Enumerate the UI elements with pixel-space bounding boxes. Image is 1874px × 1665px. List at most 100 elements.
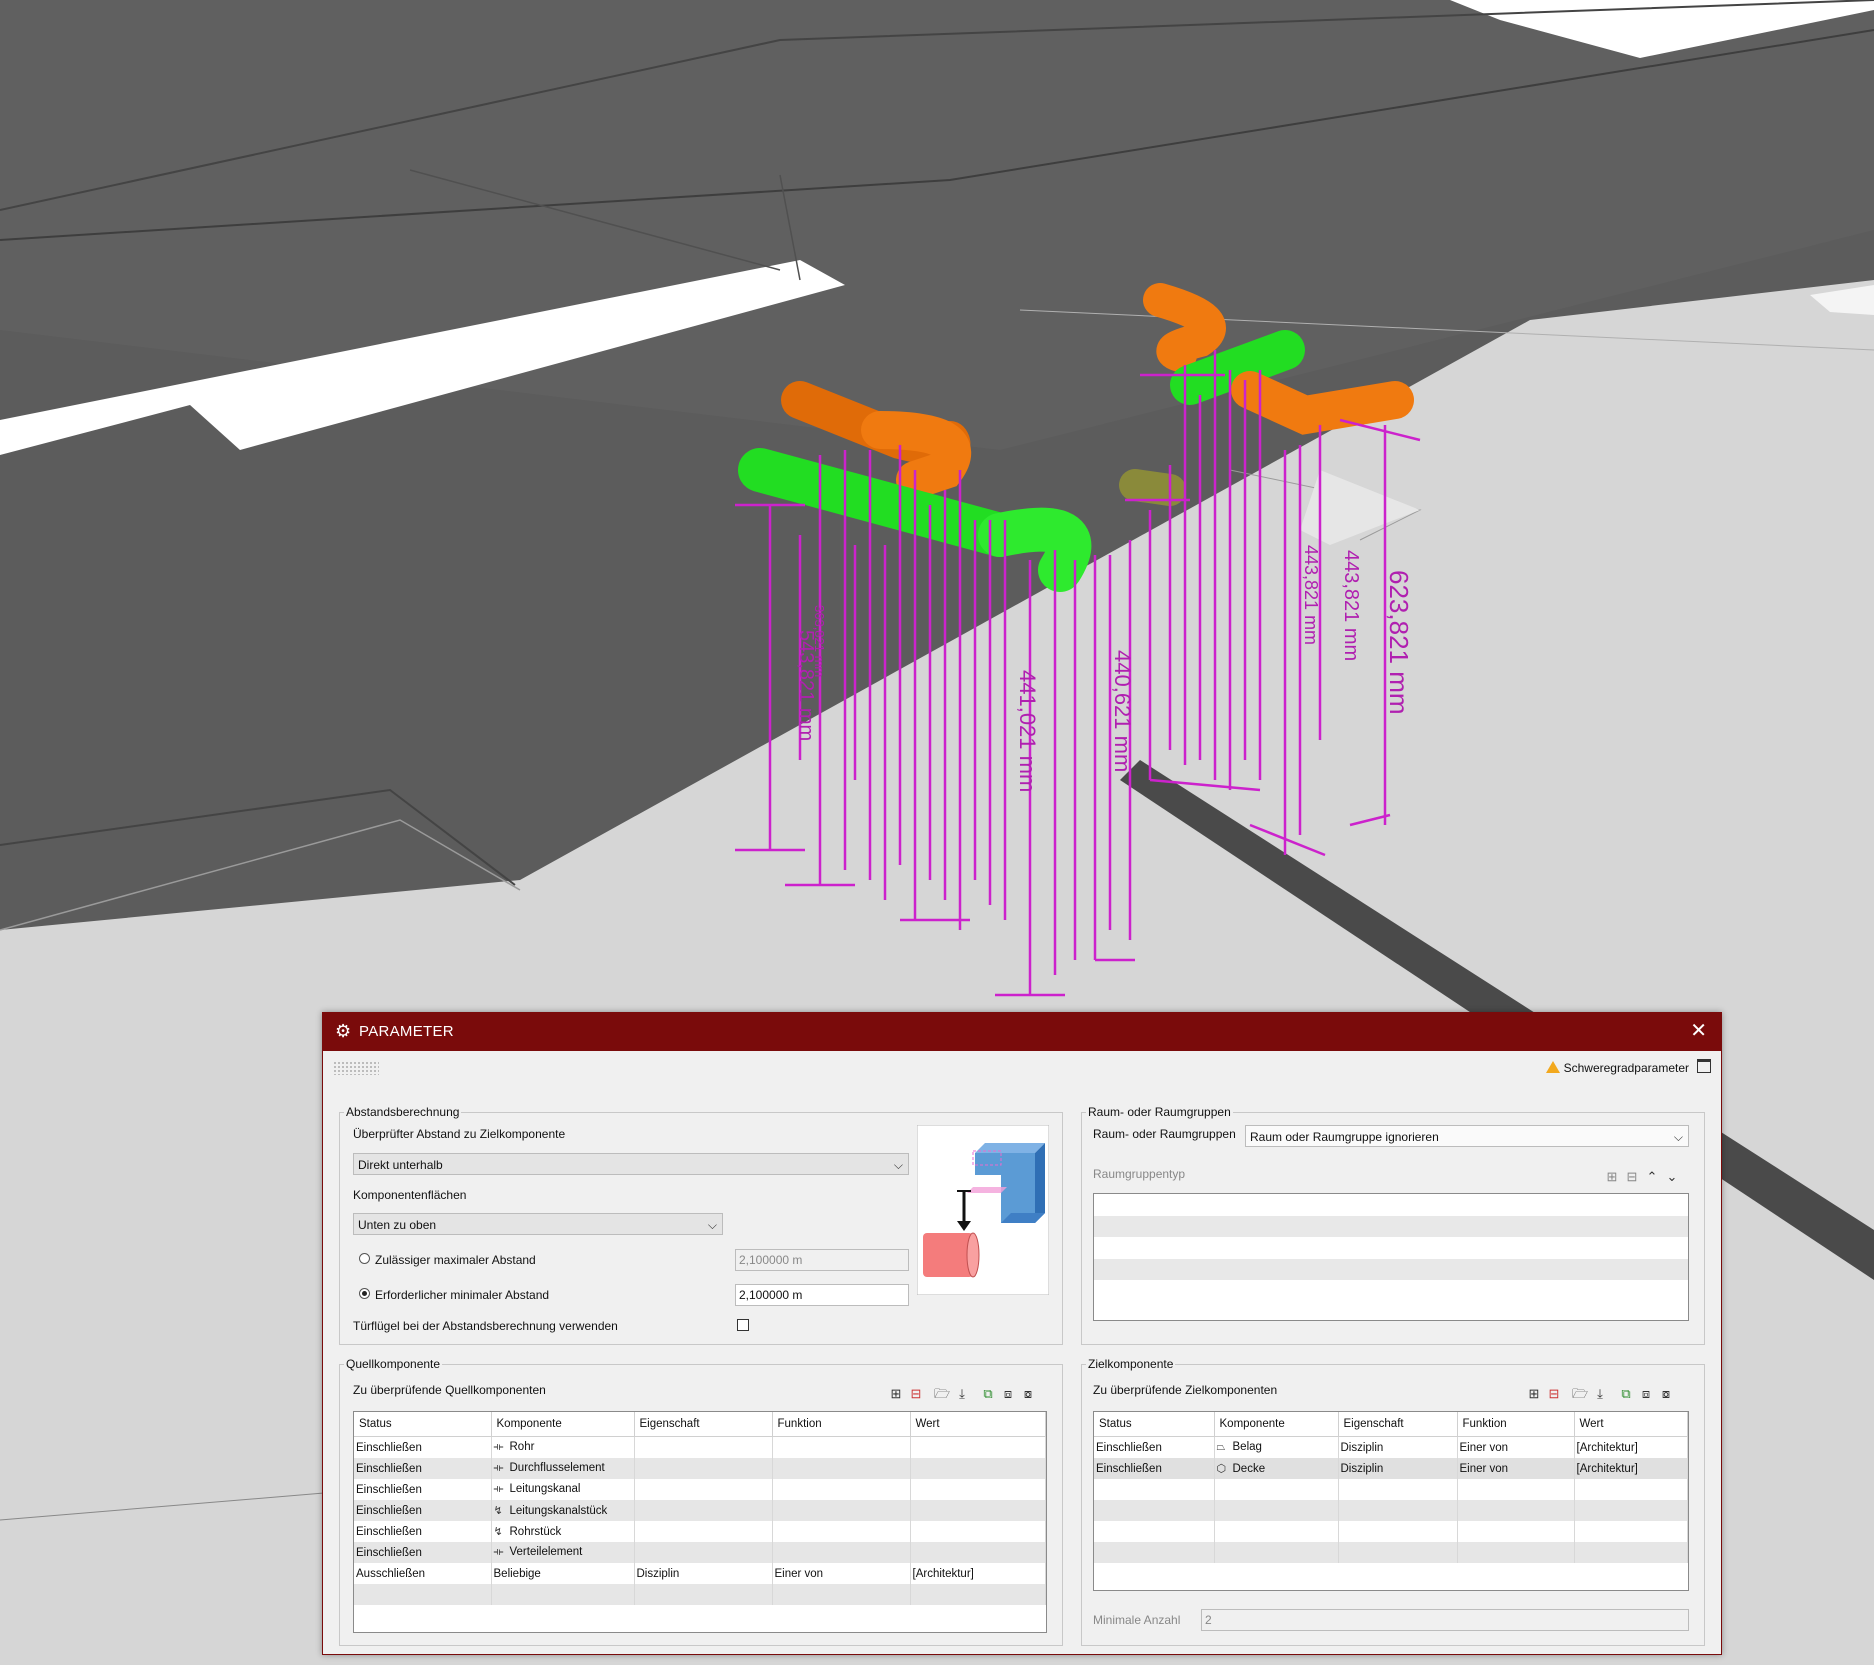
value-cell[interactable]: [Architektur] — [910, 1563, 1046, 1584]
function-cell[interactable] — [772, 1458, 911, 1479]
property-cell[interactable] — [634, 1479, 773, 1500]
table-row[interactable]: Einschließen ⟛ Durchflusselement — [354, 1458, 1046, 1479]
function-cell[interactable] — [772, 1542, 911, 1563]
room-group-type-list[interactable] — [1093, 1193, 1689, 1321]
status-cell[interactable]: Einschließen — [354, 1500, 492, 1521]
status-cell[interactable]: Ausschließen — [354, 1563, 492, 1584]
component-cell[interactable]: ⟛ Durchflusselement — [491, 1458, 635, 1479]
min-distance-field[interactable]: 2,100000 m — [735, 1284, 909, 1306]
component-cell[interactable]: Beliebige — [491, 1563, 635, 1584]
status-cell[interactable]: Einschließen — [1094, 1458, 1215, 1479]
paste-icon[interactable]: ⧇ — [1019, 1386, 1037, 1402]
status-cell[interactable]: Einschließen — [354, 1542, 492, 1563]
property-cell[interactable] — [634, 1521, 773, 1542]
function-cell[interactable]: Einer von — [772, 1563, 911, 1584]
function-cell[interactable] — [772, 1500, 911, 1521]
min-count-field[interactable]: 2 — [1201, 1609, 1689, 1631]
dialog-titlebar[interactable]: ⚙ PARAMETER ✕ — [323, 1013, 1721, 1051]
download-icon[interactable]: ⤓ — [1591, 1386, 1609, 1402]
component-cell[interactable]: ⬡ Decke — [1214, 1458, 1339, 1479]
table-row[interactable]: Einschließen ↯ Leitungskanalstück — [354, 1500, 1046, 1521]
column-header[interactable]: Komponente — [491, 1412, 635, 1437]
function-cell[interactable] — [772, 1479, 911, 1500]
max-distance-radio[interactable] — [359, 1253, 370, 1264]
add-group-icon[interactable]: ⧉ — [979, 1386, 997, 1402]
door-leaf-checkbox[interactable] — [737, 1319, 749, 1331]
status-cell[interactable]: Einschließen — [354, 1479, 492, 1500]
table-row[interactable]: Ausschließen Beliebige Disziplin Einer v… — [354, 1563, 1046, 1584]
value-cell[interactable]: [Architektur] — [1574, 1436, 1688, 1458]
table-row[interactable]: Einschließen ↯ Rohrstück — [354, 1521, 1046, 1542]
value-cell[interactable] — [910, 1542, 1046, 1563]
column-header[interactable]: Komponente — [1214, 1412, 1339, 1437]
copy-icon[interactable]: ⧈ — [999, 1386, 1017, 1402]
delete-row-icon[interactable]: ⊟ — [1623, 1169, 1641, 1185]
component-cell[interactable]: ⟛ Rohr — [491, 1436, 635, 1458]
column-header[interactable]: Eigenschaft — [634, 1412, 773, 1437]
window-icon[interactable] — [1697, 1059, 1711, 1073]
copy-icon[interactable]: ⧈ — [1637, 1386, 1655, 1402]
column-header[interactable]: Wert — [910, 1412, 1046, 1437]
property-cell[interactable]: Disziplin — [634, 1563, 773, 1584]
function-cell[interactable] — [772, 1521, 911, 1542]
column-header[interactable]: Eigenschaft — [1338, 1412, 1458, 1437]
table-row[interactable]: Einschließen ⬡ Decke Disziplin Einer von … — [1094, 1458, 1688, 1479]
add-group-icon[interactable]: ⧉ — [1617, 1386, 1635, 1402]
value-cell[interactable] — [910, 1458, 1046, 1479]
column-header[interactable]: Wert — [1574, 1412, 1688, 1437]
move-up-icon[interactable]: ⌃ — [1643, 1169, 1661, 1185]
move-down-icon[interactable]: ⌄ — [1663, 1169, 1681, 1185]
column-header[interactable]: Funktion — [772, 1412, 911, 1437]
column-header[interactable]: Funktion — [1457, 1412, 1575, 1437]
add-row-icon[interactable]: ⊞ — [887, 1386, 905, 1402]
paste-icon[interactable]: ⧇ — [1657, 1386, 1675, 1402]
component-cell[interactable]: ↯ Leitungskanalstück — [491, 1500, 635, 1521]
property-cell[interactable] — [634, 1436, 773, 1458]
status-cell[interactable]: Einschließen — [354, 1436, 492, 1458]
component-faces-dropdown[interactable]: Unten zu oben ⌵ — [353, 1213, 723, 1235]
function-cell[interactable]: Einer von — [1457, 1458, 1575, 1479]
value-cell[interactable] — [910, 1436, 1046, 1458]
target-components-table[interactable]: Status Komponente Eigenschaft Funktion W… — [1093, 1411, 1689, 1591]
column-header[interactable]: Status — [354, 1412, 492, 1437]
table-row[interactable]: Einschließen ⟛ Leitungskanal — [354, 1479, 1046, 1500]
status-cell[interactable]: Einschließen — [354, 1521, 492, 1542]
property-cell[interactable]: Disziplin — [1338, 1436, 1458, 1458]
add-row-icon[interactable]: ⊞ — [1603, 1169, 1621, 1185]
drag-grip[interactable] — [333, 1061, 379, 1075]
component-cell[interactable]: ⟛ Leitungskanal — [491, 1479, 635, 1500]
table-row[interactable]: Einschließen ⟛ Verteilelement — [354, 1542, 1046, 1563]
property-cell[interactable] — [634, 1542, 773, 1563]
table-row[interactable]: Einschließen ⟛ Rohr — [354, 1436, 1046, 1458]
source-components-table[interactable]: Status Komponente Eigenschaft Funktion W… — [353, 1411, 1047, 1633]
component-cell[interactable]: ⟛ Verteilelement — [491, 1542, 635, 1563]
value-cell[interactable] — [910, 1479, 1046, 1500]
value-cell[interactable]: [Architektur] — [1574, 1458, 1688, 1479]
function-cell[interactable] — [772, 1436, 911, 1458]
open-folder-icon[interactable]: 🗁 — [1571, 1386, 1589, 1402]
component-cell[interactable]: ↯ Rohrstück — [491, 1521, 635, 1542]
component-cell[interactable]: ⏢ Belag — [1214, 1436, 1339, 1458]
room-group-dropdown[interactable]: Raum oder Raumgruppe ignorieren ⌵ — [1245, 1125, 1689, 1147]
status-cell[interactable]: Einschließen — [354, 1458, 492, 1479]
delete-row-icon[interactable]: ⊟ — [1545, 1386, 1563, 1402]
max-distance-field[interactable]: 2,100000 m — [735, 1249, 909, 1271]
dimension-label: 363,821 mm — [812, 605, 827, 677]
delete-row-icon[interactable]: ⊟ — [907, 1386, 925, 1402]
min-distance-radio[interactable] — [359, 1288, 370, 1299]
function-cell[interactable]: Einer von — [1457, 1436, 1575, 1458]
column-header[interactable]: Status — [1094, 1412, 1215, 1437]
open-folder-icon[interactable]: 🗁 — [933, 1386, 951, 1402]
value-cell[interactable] — [910, 1500, 1046, 1521]
table-row[interactable]: Einschließen ⏢ Belag Disziplin Einer von … — [1094, 1436, 1688, 1458]
close-icon[interactable]: ✕ — [1690, 1019, 1707, 1043]
property-cell[interactable] — [634, 1458, 773, 1479]
property-cell[interactable] — [634, 1500, 773, 1521]
add-row-icon[interactable]: ⊞ — [1525, 1386, 1543, 1402]
checked-distance-dropdown[interactable]: Direkt unterhalb ⌵ — [353, 1153, 909, 1175]
download-icon[interactable]: ⤓ — [953, 1386, 971, 1402]
severity-parameter-button[interactable]: Schweregradparameter — [1545, 1059, 1711, 1079]
value-cell[interactable] — [910, 1521, 1046, 1542]
status-cell[interactable]: Einschließen — [1094, 1436, 1215, 1458]
property-cell[interactable]: Disziplin — [1338, 1458, 1458, 1479]
